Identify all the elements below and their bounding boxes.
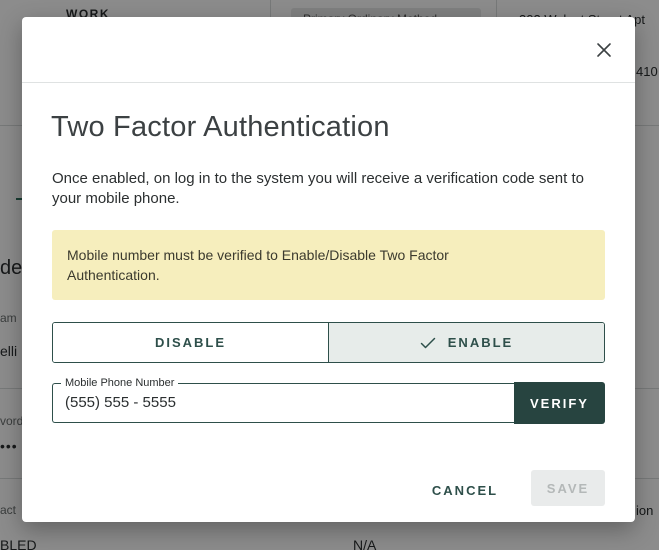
mobile-phone-input[interactable] xyxy=(65,394,495,411)
cancel-button[interactable]: CANCEL xyxy=(420,475,510,505)
warning-text: Mobile number must be verified to Enable… xyxy=(67,247,449,283)
save-button[interactable]: SAVE xyxy=(531,470,605,506)
enable-option[interactable]: ENABLE xyxy=(329,323,604,362)
verify-button[interactable]: VERIFY xyxy=(514,382,605,424)
verification-warning: Mobile number must be verified to Enable… xyxy=(52,230,605,300)
check-icon xyxy=(420,337,436,349)
mobile-phone-label: Mobile Phone Number xyxy=(61,376,179,390)
close-button[interactable] xyxy=(591,37,617,63)
two-factor-toggle: DISABLE ENABLE xyxy=(52,322,605,363)
dialog-description: Once enabled, on log in to the system yo… xyxy=(52,170,584,207)
mobile-phone-field: Mobile Phone Number xyxy=(52,376,514,423)
two-factor-dialog: Two Factor Authentication Once enabled, … xyxy=(22,17,635,522)
close-icon xyxy=(597,43,611,57)
enable-label: ENABLE xyxy=(447,335,514,350)
dialog-title: Two Factor Authentication xyxy=(51,111,390,143)
dialog-header xyxy=(22,17,635,83)
disable-option[interactable]: DISABLE xyxy=(53,323,329,362)
screen: WORK Primary Ordinary Method 302 Walnut … xyxy=(0,0,659,550)
disable-label: DISABLE xyxy=(154,335,227,350)
